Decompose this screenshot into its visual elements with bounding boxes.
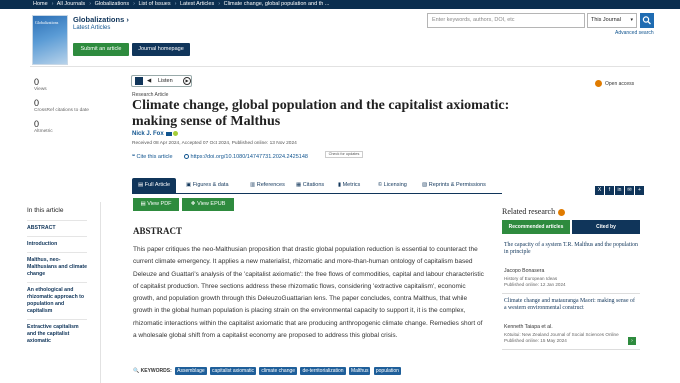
related-title[interactable]: The capacity of a system T.R. Malthus an… (504, 242, 638, 256)
metric-altmetric: 0 Altmetric (34, 119, 53, 134)
breadcrumb: Home › All Journals › Globalizations › List… (0, 0, 680, 9)
author-link[interactable]: Nick J. Fox (132, 131, 178, 137)
article-dates: Received 08 Apr 2024, Accepted 07 Oct 20… (132, 141, 297, 146)
email-icon[interactable] (165, 131, 172, 136)
related-author: Kenneth Taiapa et al. (504, 324, 553, 330)
toc-item-abstract[interactable]: ABSTRACT (27, 220, 87, 236)
abstract-text: This paper critiques the neo-Malthusian … (133, 246, 484, 340)
tab-recommended-articles[interactable]: Recommended articles (502, 220, 570, 234)
submit-article-button[interactable]: Submit an article (73, 43, 129, 56)
related-date: Published online: 15 May 2024 (504, 338, 567, 343)
email-share-icon[interactable]: ✉ (625, 186, 634, 195)
cover-title: Globalizations (35, 20, 59, 25)
orcid-icon[interactable] (172, 131, 178, 136)
open-access-icon (595, 80, 602, 87)
chevron-right-icon[interactable]: › (628, 337, 636, 345)
metric-crossref: 0 CrossRef citations to date (34, 98, 89, 113)
keyword-tag[interactable]: Assemblage (175, 367, 207, 375)
related-tabs: Recommended articles Cited by (502, 220, 640, 234)
tab-references[interactable]: ▥ References (250, 178, 285, 193)
keyword-tag[interactable]: climate change (259, 367, 298, 375)
related-title[interactable]: Climate change and matauranga Maori: mak… (504, 298, 638, 312)
tabs-underline (132, 193, 502, 194)
latest-articles-link[interactable]: Latest Articles (73, 25, 110, 31)
keyword-tag[interactable]: capitalist axiomatic (210, 367, 257, 375)
article-title: Climate change, global population and th… (132, 98, 510, 129)
breadcrumb-journal[interactable]: Globalizations (95, 1, 130, 7)
advanced-search-link[interactable]: Advanced search (615, 30, 654, 36)
keywords: 🔍 KEYWORDS: Assemblage capitalist axioma… (133, 367, 403, 375)
doi-icon (184, 154, 189, 160)
share-bar: Xf in ✉ + (595, 178, 645, 196)
keyword-tag[interactable]: de-territorialization (300, 367, 346, 375)
doi-link[interactable]: https://doi.org/10.1080/14747731.2024.24… (184, 154, 308, 160)
related-research-heading: Related research (502, 207, 566, 216)
linkedin-share-icon[interactable]: in (615, 186, 624, 195)
tab-reprints[interactable]: ▧ Reprints & Permissions (422, 178, 486, 193)
tab-full-article[interactable]: ▤ Full Article (132, 178, 177, 193)
view-epub-button[interactable]: ❖ View EPUB (182, 198, 234, 211)
chevron-right-icon: › (126, 15, 129, 24)
abstract-heading: ABSTRACT (133, 226, 183, 236)
tab-citations[interactable]: ▦ Citations (296, 178, 324, 193)
cite-article-link[interactable]: ❝ Cite this article (132, 154, 173, 160)
search-scope-select[interactable]: This Journal ▾ (587, 13, 637, 28)
tab-licensing[interactable]: © Licensing (378, 178, 407, 193)
check-for-updates-button[interactable]: Check for updates (325, 151, 363, 158)
journal-title[interactable]: Globalizations › (73, 15, 129, 24)
tab-figures[interactable]: ▣ Figures & data (186, 178, 229, 193)
breadcrumb-latest[interactable]: Latest Articles (180, 1, 214, 7)
journal-header: Globalizations Globalizations › Latest A… (0, 9, 680, 65)
open-access-badge: Open access (595, 80, 634, 87)
toc-item-extractive[interactable]: Extractive capitalism and the capitalist… (27, 319, 87, 349)
tab-metrics[interactable]: ▮ Metrics (338, 178, 360, 193)
listen-widget[interactable]: ◀ Listen ▶ (131, 75, 192, 87)
tab-cited-by[interactable]: Cited by (572, 220, 640, 234)
keyword-tag[interactable]: Malthus (348, 367, 371, 375)
play-icon[interactable]: ▶ (183, 77, 191, 85)
related-date: Published online: 12 Jan 2024 (504, 282, 566, 287)
related-item[interactable]: Climate change and matauranga Maori: mak… (502, 294, 640, 350)
more-share-icon[interactable]: + (635, 186, 644, 195)
chevron-down-icon: ▾ (630, 17, 633, 23)
search-icon (642, 16, 651, 25)
toc-item-malthus[interactable]: Malthus, neo-Malthusians and climate cha… (27, 252, 87, 282)
table-of-contents: In this article ABSTRACT Introduction Ma… (27, 207, 87, 349)
x-share-icon[interactable]: X (595, 186, 604, 195)
related-journal: History of European Ideas (504, 276, 558, 281)
menu-icon[interactable] (135, 77, 143, 85)
related-author: Jacopo Bonasera (504, 268, 545, 274)
breadcrumb-issues[interactable]: List of Issues (138, 1, 170, 7)
header-divider (30, 66, 650, 67)
article-metrics: 0 Views 0 CrossRef citations to date 0 A… (34, 77, 94, 140)
related-item[interactable]: The capacity of a system T.R. Malthus an… (502, 238, 640, 294)
speaker-icon: ◀ (147, 78, 152, 84)
article-tabs: ▤ Full Article ▣ Figures & data ▥ Refere… (132, 178, 502, 193)
keyword-tag[interactable]: population (373, 367, 401, 375)
journal-cover-image[interactable]: Globalizations (32, 15, 68, 65)
search-input[interactable]: Enter keywords, authors, DOI, etc (427, 13, 585, 28)
related-list: The capacity of a system T.R. Malthus an… (502, 238, 640, 350)
metric-views: 0 Views (34, 77, 47, 92)
toc-title: In this article (27, 207, 64, 214)
facebook-share-icon[interactable]: f (605, 186, 614, 195)
keywords-label: 🔍 KEYWORDS: (133, 368, 172, 374)
toc-item-ethological[interactable]: An ethological and rhizomatic approach t… (27, 282, 87, 319)
breadcrumb-all-journals[interactable]: All Journals (57, 1, 85, 7)
toc-item-introduction[interactable]: Introduction (27, 236, 87, 252)
info-icon[interactable] (558, 208, 566, 216)
journal-homepage-button[interactable]: Journal homepage (132, 43, 190, 56)
breadcrumb-home[interactable]: Home (33, 1, 48, 7)
related-journal: Kōtuitui: New Zealand Journal of Social … (504, 332, 619, 337)
search-button[interactable] (640, 13, 654, 28)
view-pdf-button[interactable]: ▤ View PDF (133, 198, 179, 211)
listen-label[interactable]: Listen (158, 76, 173, 86)
breadcrumb-current: Climate change, global population and th… (223, 1, 330, 7)
sidebar-divider (100, 202, 101, 383)
